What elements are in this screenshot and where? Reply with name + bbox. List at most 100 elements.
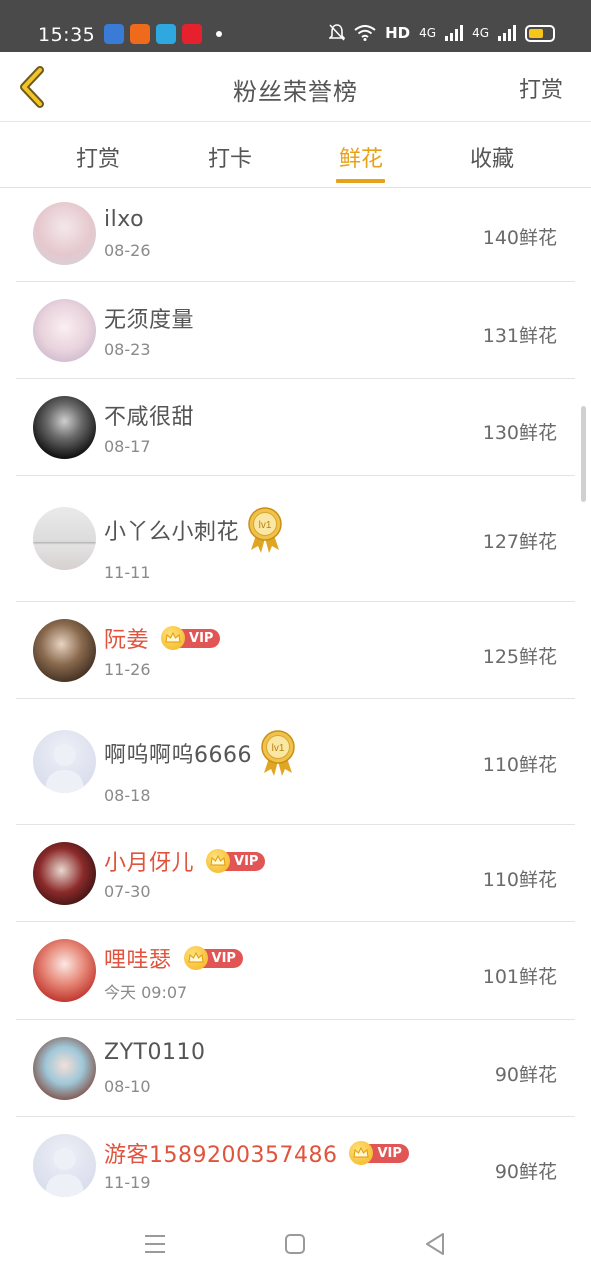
tab-bar: 打赏 打卡 鲜花 收藏 [0, 123, 591, 188]
fan-date: 08-17 [104, 437, 151, 456]
avatar [33, 619, 96, 682]
fan-date: 11-19 [104, 1173, 151, 1192]
signal-bars-icon [445, 25, 464, 41]
flower-count: 130鲜花 [482, 422, 557, 444]
tab-flowers[interactable]: 鲜花 [321, 141, 401, 173]
fan-date: 08-23 [104, 340, 151, 359]
app-notification-icon [130, 24, 150, 44]
active-tab-indicator [336, 179, 385, 183]
signal-bars-icon [498, 25, 516, 41]
fan-date: 08-18 [104, 786, 151, 805]
list-item[interactable]: 无须度量 08-23 131鲜花 [16, 282, 575, 379]
list-item[interactable]: 啊呜啊呜6666 lv1 08-18 110鲜花 [16, 699, 575, 825]
flower-count: 140鲜花 [482, 227, 557, 249]
app-notification-icon [104, 24, 124, 44]
fan-name: 游客1589200357486 [104, 1143, 338, 1168]
avatar [33, 1134, 96, 1197]
fan-date: 08-10 [104, 1077, 151, 1096]
back-triangle-icon [426, 1233, 444, 1255]
menu-button[interactable] [141, 1230, 169, 1258]
flower-count: 125鲜花 [482, 646, 557, 668]
app-notification-icon [182, 24, 202, 44]
list-item[interactable]: ilxo 08-26 140鲜花 [16, 189, 575, 282]
home-square-icon [285, 1234, 305, 1254]
vip-label: VIP [201, 948, 243, 968]
flower-count: 110鲜花 [482, 754, 557, 776]
fan-name: ZYT0110 [104, 1040, 206, 1065]
fan-name: 小月伢儿 [104, 851, 195, 876]
list-item[interactable]: 小丫么小刺花 lv1 11-11 127鲜花 [16, 476, 575, 602]
fan-name: 小丫么小刺花 [104, 520, 240, 545]
vip-badge: VIP [349, 1141, 409, 1165]
app-notification-icon [156, 24, 176, 44]
wifi-icon [354, 25, 376, 41]
fan-date: 11-26 [104, 660, 151, 679]
mute-bell-icon [329, 24, 346, 41]
default-avatar-icon [45, 744, 84, 793]
signal-label: 4G [419, 26, 437, 40]
menu-icon [145, 1235, 165, 1253]
home-button[interactable] [281, 1230, 309, 1258]
back-nav-button[interactable] [421, 1230, 449, 1258]
flower-count: 90鲜花 [494, 1161, 557, 1183]
avatar [33, 299, 96, 362]
fan-date: 07-30 [104, 882, 151, 901]
app-header: 粉丝荣誉榜 打赏 [0, 52, 591, 122]
tab-favorites[interactable]: 收藏 [452, 141, 532, 173]
level-label: lv1 [272, 743, 285, 754]
fan-date: 11-11 [104, 563, 151, 582]
level-medal-icon: lv1 [261, 730, 295, 776]
list-item[interactable]: 小月伢儿 VIP 07-30 110鲜花 [16, 825, 575, 922]
avatar [33, 396, 96, 459]
vip-label: VIP [224, 851, 266, 871]
level-label: lv1 [259, 520, 272, 531]
reward-button[interactable]: 打赏 [519, 72, 563, 104]
tab-checkin[interactable]: 打卡 [190, 141, 270, 173]
more-notifications-dot [216, 31, 222, 37]
flower-count: 101鲜花 [482, 966, 557, 988]
fan-date: 08-26 [104, 241, 151, 260]
list-item[interactable]: 哩哇瑟 VIP 今天 09:07 101鲜花 [16, 922, 575, 1020]
crown-icon [183, 946, 208, 970]
level-medal-icon: lv1 [248, 507, 282, 553]
fan-name: 无须度量 [104, 308, 195, 333]
vip-badge: VIP [161, 626, 221, 650]
flower-count: 131鲜花 [482, 325, 557, 347]
crown-icon [206, 849, 231, 873]
fan-name: ilxo [104, 207, 145, 232]
crown-icon [161, 626, 186, 650]
list-item[interactable]: ZYT0110 08-10 90鲜花 [16, 1020, 575, 1117]
fan-list: ilxo 08-26 140鲜花 无须度量 08-23 131鲜花 不咸很甜 0… [16, 189, 575, 1213]
notification-icons [104, 24, 222, 44]
flower-count: 90鲜花 [494, 1064, 557, 1086]
avatar [33, 842, 96, 905]
default-avatar-icon [45, 1148, 84, 1197]
fan-name: 啊呜啊呜6666 [104, 743, 252, 768]
vip-badge: VIP [206, 849, 266, 873]
status-indicators: HD 4G 4G [329, 24, 555, 42]
status-time: 15:35 [38, 24, 96, 46]
fan-name: 哩哇瑟 [104, 948, 172, 973]
list-item[interactable]: 阮姜 VIP 11-26 125鲜花 [16, 602, 575, 699]
list-item[interactable]: 不咸很甜 08-17 130鲜花 [16, 379, 575, 476]
status-bar: 15:35 HD 4G 4G [0, 0, 591, 52]
page-title: 粉丝荣誉榜 [233, 78, 358, 106]
scrollbar[interactable] [581, 406, 586, 502]
avatar [33, 202, 96, 265]
avatar [33, 507, 96, 570]
battery-icon [525, 24, 555, 42]
vip-label: VIP [367, 1143, 409, 1163]
signal-label: 4G [472, 26, 489, 40]
avatar [33, 1037, 96, 1100]
fan-name: 阮姜 [104, 628, 150, 653]
system-nav-bar [0, 1212, 591, 1280]
fan-name: 不咸很甜 [104, 405, 195, 430]
fan-date: 今天 09:07 [104, 983, 188, 1002]
hd-indicator: HD [385, 24, 411, 42]
flower-count: 127鲜花 [482, 531, 557, 553]
avatar [33, 939, 96, 1002]
vip-badge: VIP [183, 946, 243, 970]
list-item[interactable]: 游客1589200357486 VIP 11-19 90鲜花 [16, 1117, 575, 1213]
flower-count: 110鲜花 [482, 869, 557, 891]
tab-reward[interactable]: 打赏 [58, 141, 138, 173]
